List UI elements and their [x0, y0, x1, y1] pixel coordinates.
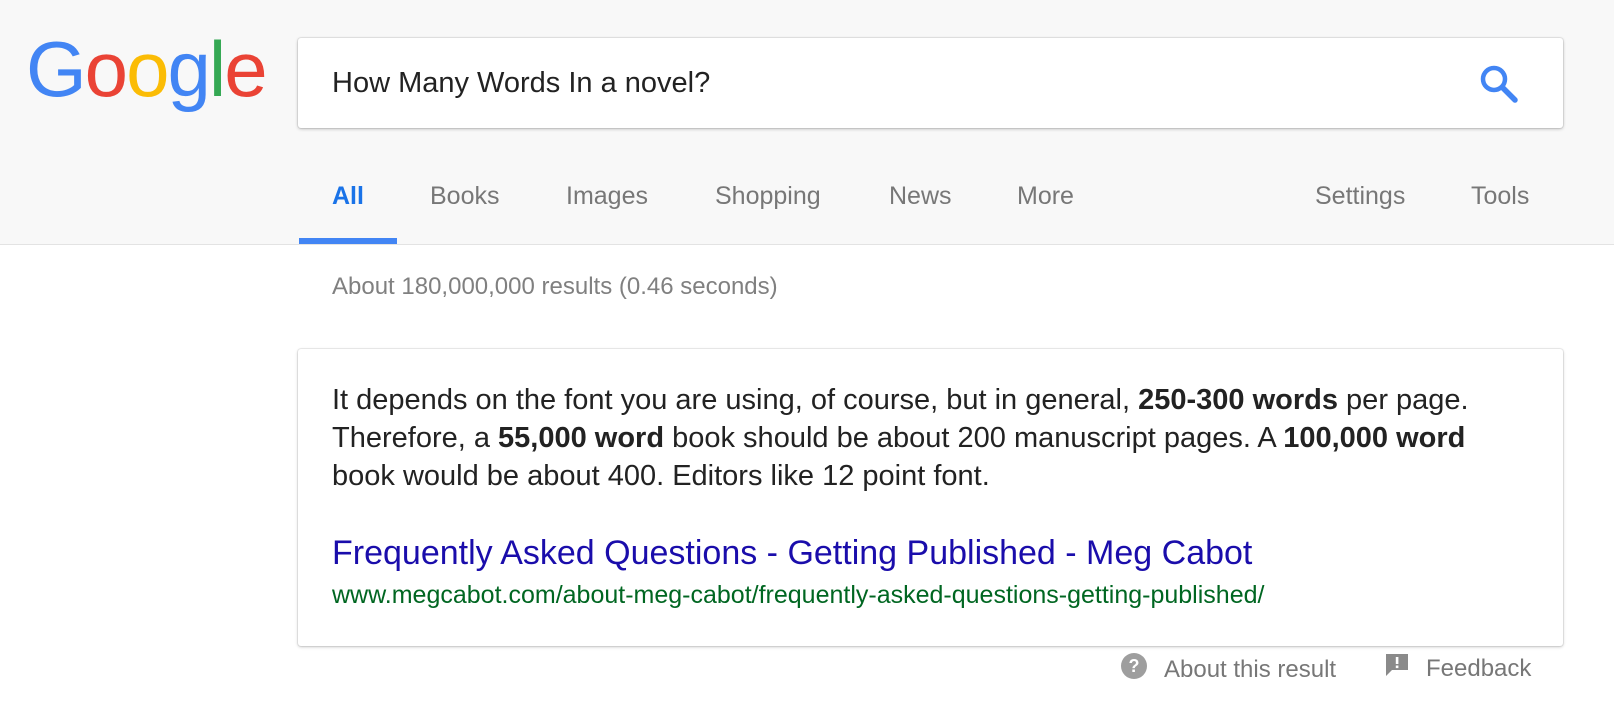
tab-books[interactable]: Books [430, 182, 499, 211]
search-icon[interactable] [1478, 63, 1520, 105]
logo-letter: G [26, 25, 87, 113]
logo-letter: g [167, 25, 210, 113]
tab-shopping[interactable]: Shopping [715, 182, 821, 211]
tab-all[interactable]: All [332, 182, 364, 211]
feedback-icon [1384, 652, 1410, 685]
tab-more[interactable]: More [1017, 182, 1074, 211]
snippet-highlight: 55,000 word [498, 422, 665, 454]
result-stats: About 180,000,000 results (0.46 seconds) [332, 273, 778, 300]
tab-images[interactable]: Images [566, 182, 648, 211]
tab-tools[interactable]: Tools [1471, 182, 1529, 211]
snippet-text: book would be about 400. Editors like 12… [332, 460, 990, 492]
featured-snippet-card: It depends on the font you are using, of… [298, 349, 1563, 646]
svg-text:?: ? [1129, 656, 1140, 676]
featured-snippet-text: It depends on the font you are using, of… [332, 381, 1532, 495]
result-url: www.megcabot.com/about-meg-cabot/frequen… [332, 581, 1265, 609]
help-circle-icon: ? [1120, 652, 1148, 687]
logo-letter: l [208, 25, 226, 113]
snippet-highlight: 250-300 words [1138, 384, 1338, 416]
logo-letter: o [126, 25, 169, 113]
snippet-highlight: 100,000 word [1283, 422, 1466, 454]
header: Google All Books Images Shopping News Mo… [0, 0, 1614, 245]
search-box [298, 38, 1563, 128]
result-title-link[interactable]: Frequently Asked Questions - Getting Pub… [332, 534, 1252, 573]
search-input[interactable] [332, 64, 1432, 102]
feedback-link[interactable]: Feedback [1384, 652, 1531, 685]
feedback-label: Feedback [1426, 654, 1532, 682]
tab-news[interactable]: News [889, 182, 952, 211]
google-logo[interactable]: Google [26, 25, 268, 113]
search-tabs: All Books Images Shopping News More Sett… [0, 170, 1614, 244]
snippet-text: book should be about 200 manuscript page… [664, 422, 1284, 454]
about-this-result-link[interactable]: ? About this result [1120, 652, 1336, 687]
logo-letter: e [224, 25, 267, 113]
about-this-result-label: About this result [1164, 655, 1337, 683]
active-tab-indicator [299, 238, 397, 244]
tab-settings[interactable]: Settings [1315, 182, 1405, 211]
logo-letter: o [84, 25, 128, 113]
snippet-text: It depends on the font you are using, of… [332, 384, 1139, 416]
